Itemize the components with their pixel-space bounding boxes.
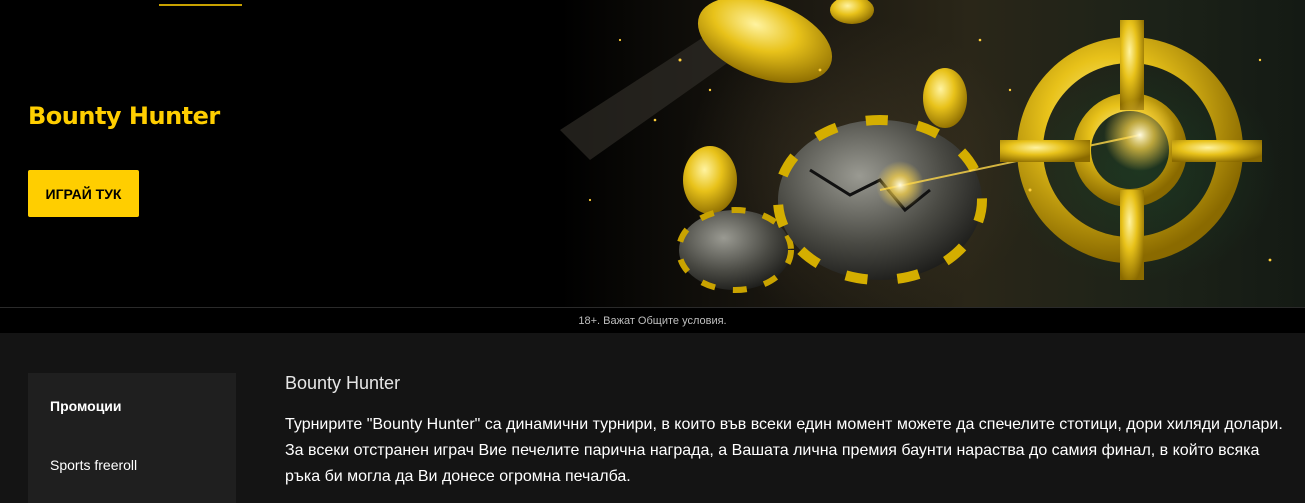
coin-icon xyxy=(830,0,874,24)
tab-indicator xyxy=(159,0,242,6)
play-here-button[interactable]: ИГРАЙ ТУК xyxy=(28,170,139,217)
disclaimer-bar: 18+. Важат Общите условия. xyxy=(0,307,1305,333)
disclaimer-text: 18+. Важат Общите условия. xyxy=(578,314,727,327)
sidebar-item-promotions[interactable]: Промоции xyxy=(50,398,122,414)
description-text: Турнирите "Bounty Hunter" са динамични т… xyxy=(285,416,1283,485)
crosshair-bar xyxy=(1120,190,1144,280)
sidebar-item-sports-freeroll[interactable]: Sports freeroll xyxy=(50,457,137,473)
crosshair-bar xyxy=(1000,140,1090,162)
spark-glow xyxy=(876,161,924,209)
coin-icon xyxy=(923,68,967,128)
coin-icon xyxy=(683,146,737,214)
hero-artwork xyxy=(560,0,1272,293)
crosshair-glow xyxy=(1104,99,1176,171)
sidebar: Промоции Sports freeroll xyxy=(28,373,236,503)
hero-illustration xyxy=(560,0,1305,307)
hero-banner: Bounty Hunter ИГРАЙ ТУК xyxy=(0,0,1305,307)
main-content: Bounty Hunter Турнирите "Bounty Hunter" … xyxy=(285,373,1285,490)
page-title: Bounty Hunter xyxy=(285,373,401,393)
hero-title: Bounty Hunter xyxy=(28,102,220,130)
crosshair-bar xyxy=(1172,140,1262,162)
page-content: Промоции Sports freeroll Bounty Hunter Т… xyxy=(0,333,1305,503)
crosshair-bar xyxy=(1120,20,1144,110)
